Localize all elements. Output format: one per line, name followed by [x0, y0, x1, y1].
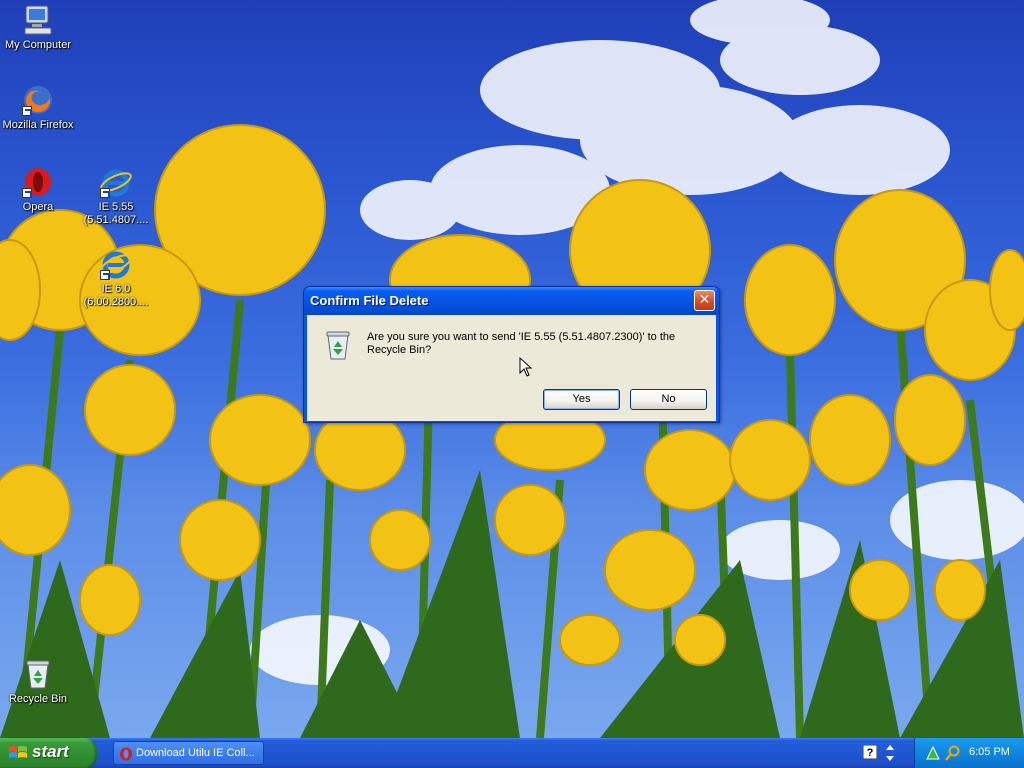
internet-explorer-icon	[100, 166, 132, 198]
system-tray: 6:05 PM	[914, 738, 1024, 768]
desktop-icon-label: IE 5.55 (5.51.4807....	[83, 201, 149, 226]
confirm-delete-dialog: Confirm File Delete ✕ Are you sure you w…	[303, 286, 720, 423]
mouse-pointer-icon	[519, 357, 533, 377]
desktop-icon-recycle-bin[interactable]: Recycle Bin	[0, 658, 76, 706]
shortcut-arrow-icon	[100, 188, 110, 198]
search-icon[interactable]	[945, 745, 961, 761]
desktop-icon-my-computer[interactable]: My Computer	[0, 4, 76, 52]
desktop-icon-label: Opera	[22, 201, 54, 213]
internet-explorer-icon	[100, 248, 132, 280]
opera-icon	[120, 747, 132, 761]
yes-button[interactable]: Yes	[543, 389, 620, 410]
taskbar: start Download Utilu IE Coll... ? 6:05 P…	[0, 738, 1024, 768]
shortcut-arrow-icon	[100, 270, 110, 280]
start-label: start	[32, 742, 69, 761]
desktop-icon-firefox[interactable]: Mozilla Firefox	[0, 84, 76, 132]
recycle-bin-icon	[322, 329, 354, 361]
no-button[interactable]: No	[630, 389, 707, 410]
help-icon[interactable]: ?	[863, 745, 877, 759]
desktop-icon-opera[interactable]: Opera	[0, 166, 76, 214]
opera-icon	[22, 166, 54, 198]
network-arrows-icon[interactable]	[883, 743, 897, 763]
dialog-body: Are you sure you want to send 'IE 5.55 (…	[307, 315, 716, 421]
desktop-icon-label: Recycle Bin	[8, 693, 68, 705]
clock[interactable]: 6:05 PM	[969, 746, 1010, 758]
firefox-icon	[22, 84, 54, 116]
shortcut-arrow-icon	[22, 106, 32, 116]
svg-text:?: ?	[867, 747, 874, 759]
shortcut-arrow-icon	[22, 188, 32, 198]
windows-logo-icon	[9, 746, 27, 758]
close-button[interactable]: ✕	[694, 290, 715, 311]
recycle-bin-icon	[22, 658, 54, 690]
dialog-title: Confirm File Delete	[310, 293, 429, 308]
dialog-message: Are you sure you want to send 'IE 5.55 (…	[367, 331, 676, 356]
desktop-icon-label: Mozilla Firefox	[2, 119, 74, 131]
taskbar-button-opera[interactable]: Download Utilu IE Coll...	[113, 741, 264, 765]
computer-icon	[22, 4, 54, 36]
desktop-icon-label: IE 6.0 (6.00.2800....	[83, 283, 149, 308]
start-button[interactable]: start	[0, 738, 97, 768]
dialog-titlebar[interactable]: Confirm File Delete ✕	[304, 287, 719, 315]
network-connection-icon[interactable]	[925, 745, 941, 761]
desktop-icon-label: My Computer	[4, 39, 72, 51]
taskbar-button-label: Download Utilu IE Coll...	[136, 747, 255, 759]
desktop-icon-ie60[interactable]: IE 6.0 (6.00.2800....	[78, 248, 154, 309]
desktop-icon-ie555[interactable]: IE 5.55 (5.51.4807....	[78, 166, 154, 227]
